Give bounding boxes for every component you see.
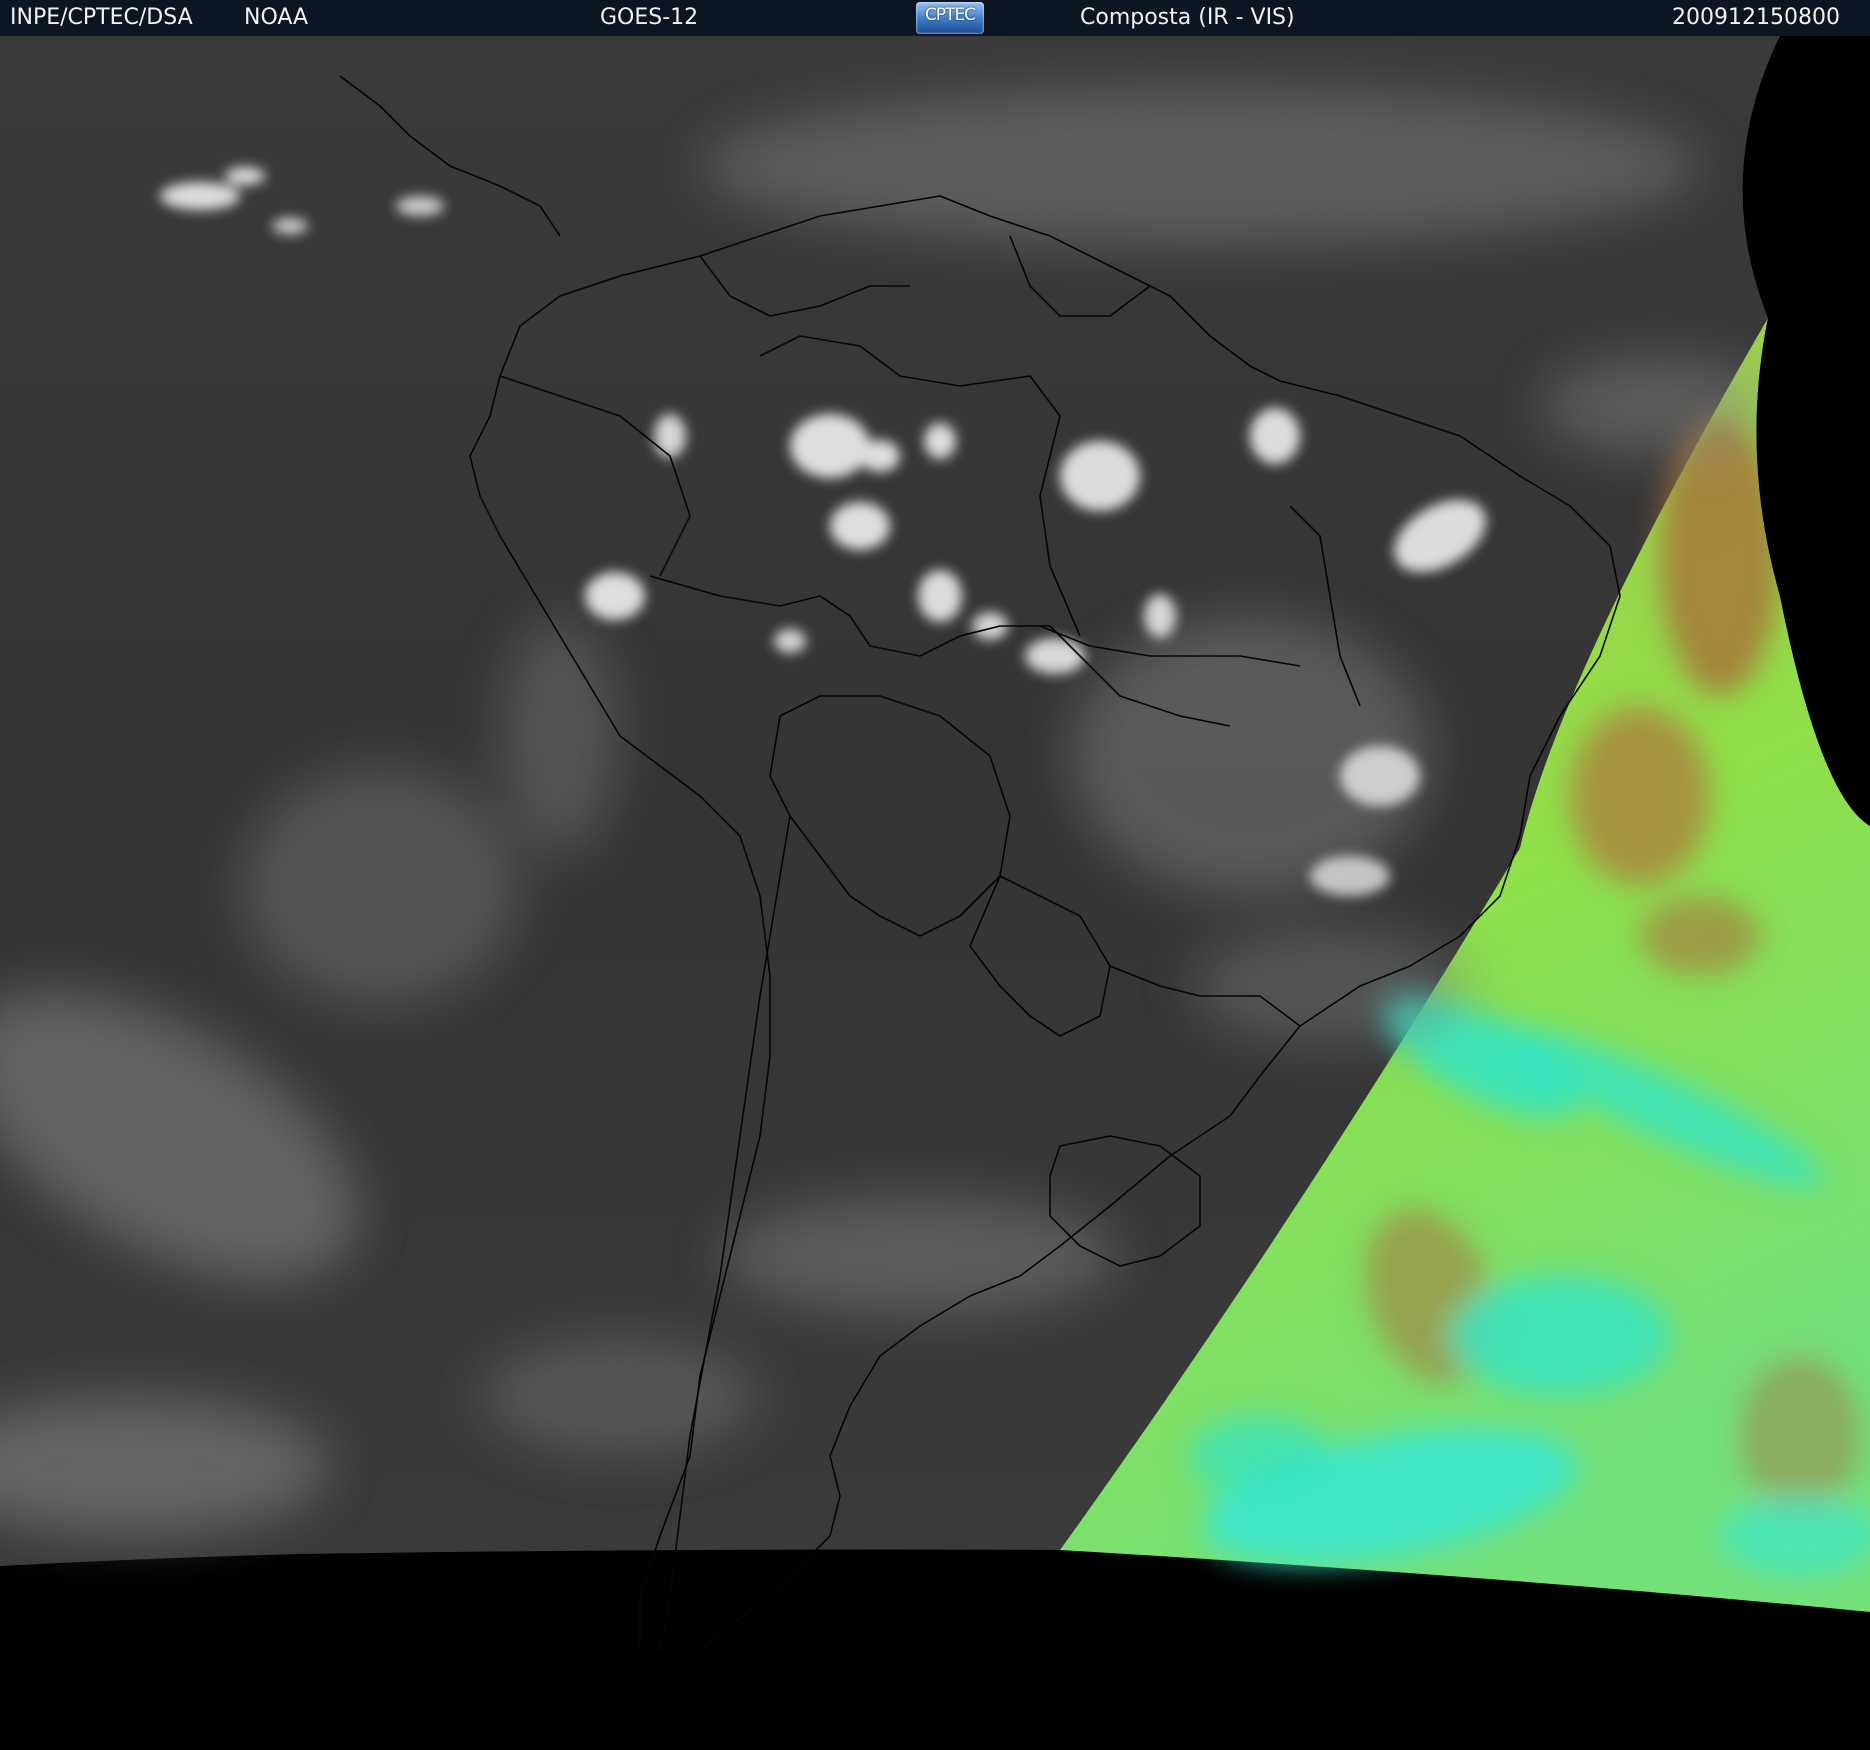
cptec-logo-icon: CPTEC [916, 2, 984, 34]
header-product: Composta (IR - VIS) [1080, 5, 1295, 30]
header-organization: INPE/CPTEC/DSA [10, 5, 193, 30]
cptec-logo-text: CPTEC [924, 5, 976, 25]
header-bar: INPE/CPTEC/DSA NOAA GOES-12 CPTEC Compos… [0, 0, 1870, 36]
satellite-image [0, 36, 1870, 1750]
satellite-map-svg [0, 36, 1870, 1750]
header-satellite: GOES-12 [600, 5, 699, 30]
header-agency: NOAA [244, 5, 309, 30]
header-datetime: 200912150800 [1672, 5, 1840, 30]
